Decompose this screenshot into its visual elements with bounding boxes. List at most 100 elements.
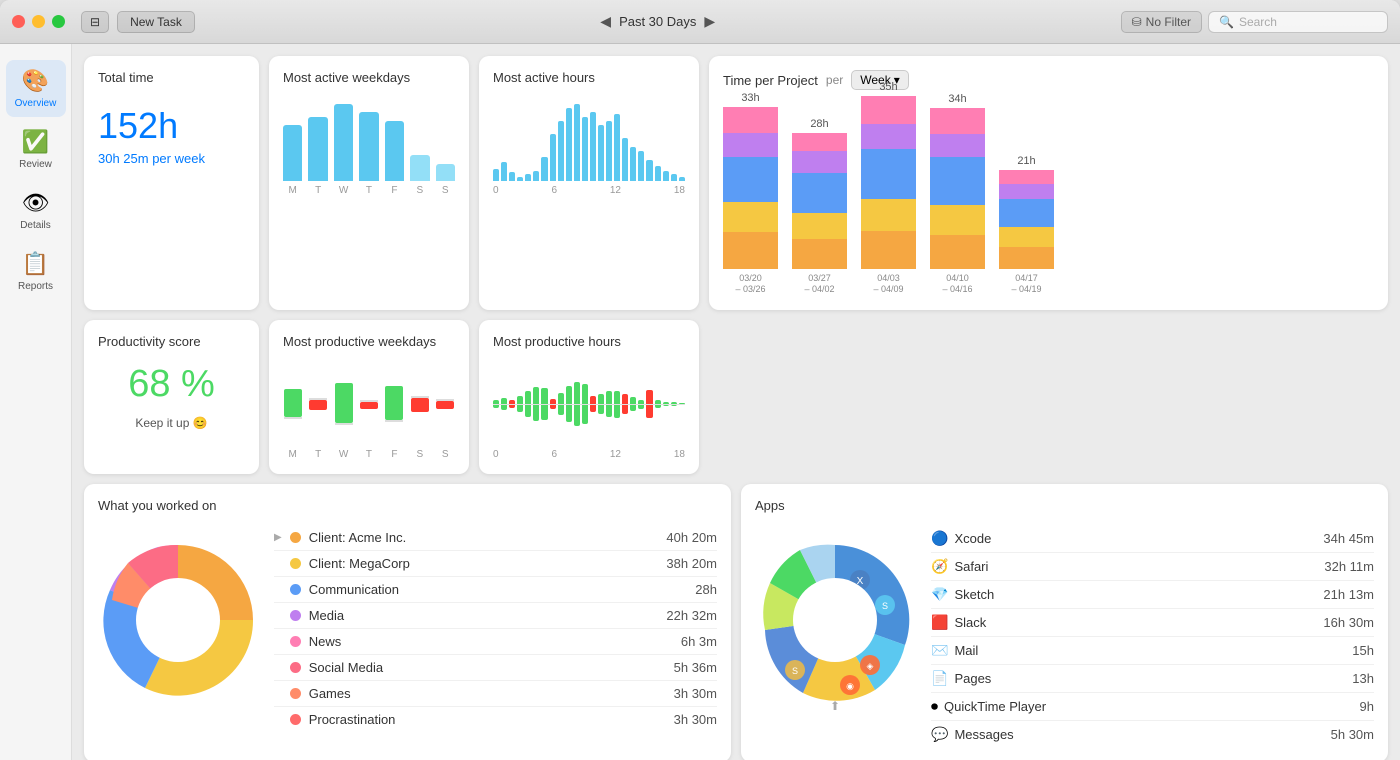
- productive-weekdays-chart: [283, 359, 455, 449]
- tpp-bar-label-1: 33h: [741, 92, 759, 104]
- tpp-bar-group-5: 21h 04/17– 04/19: [999, 155, 1054, 296]
- main-window: ⊟ New Task ◀ Past 30 Days ▶ ⛁ No Filter …: [0, 0, 1400, 760]
- tpp-bar-group-1: 33h 03/20– 03/26: [723, 92, 778, 296]
- worked-on-donut: [98, 525, 258, 715]
- active-hours-chart: [493, 95, 685, 185]
- weekday-labels: M T W T F S S: [283, 185, 455, 196]
- reports-icon: 📋: [22, 251, 49, 277]
- total-time-value: 152h: [98, 105, 245, 147]
- label-thu: T: [359, 185, 378, 196]
- tpp-chart-area: 33h 03/20– 03/26 2: [723, 96, 1374, 296]
- tpp-xlabel-4: 04/10– 04/16: [942, 273, 972, 296]
- filter-group: ⛁ No Filter 🔍 Search: [1121, 11, 1388, 33]
- weekday-bar-thu: [359, 112, 378, 181]
- label-0h: 0: [493, 185, 499, 196]
- app-list-item: 🔵Xcode 34h 45m: [931, 525, 1374, 553]
- details-icon: 👁: [22, 190, 50, 216]
- search-bar[interactable]: 🔍 Search: [1208, 11, 1388, 33]
- most-productive-hours-title: Most productive hours: [493, 334, 685, 349]
- list-item: ▶ Client: Acme Inc. 40h 20m: [274, 525, 717, 551]
- nav-next-button[interactable]: ▶: [704, 13, 715, 30]
- tpp-stack-1: [723, 107, 778, 269]
- sidebar-item-reports[interactable]: 📋 Reports: [6, 243, 66, 300]
- sidebar-item-overview[interactable]: 🎨 Overview: [6, 60, 66, 117]
- worked-on-list: ▶ Client: Acme Inc. 40h 20m ▶: [274, 525, 717, 732]
- total-time-subtitle: 30h 25m per week: [98, 151, 245, 166]
- productivity-value: 68 %: [98, 363, 245, 406]
- main-content: 🎨 Overview ✅ Review 👁 Details 📋 Reports: [0, 44, 1400, 760]
- sidebar-item-review[interactable]: ✅ Review: [6, 121, 66, 178]
- svg-text:S: S: [792, 666, 798, 676]
- app-list-item: ✉️Mail 15h: [931, 637, 1374, 665]
- search-placeholder: Search: [1239, 15, 1277, 29]
- dashboard: Total time 152h 30h 25m per week Most ac…: [72, 44, 1400, 760]
- svg-text:◈: ◈: [867, 661, 874, 671]
- sidebar-item-reports-label: Reports: [18, 281, 53, 292]
- app-list-item: ⏺QuickTime Player 9h: [931, 693, 1374, 721]
- apps-card: Apps: [741, 484, 1388, 760]
- filter-button[interactable]: ⛁ No Filter: [1121, 11, 1202, 33]
- label-6h: 6: [551, 185, 557, 196]
- minimize-button[interactable]: [32, 15, 45, 28]
- nav-prev-button[interactable]: ◀: [600, 13, 611, 30]
- tpp-xlabel-3: 04/03– 04/09: [873, 273, 903, 296]
- weekday-bar-sun: [436, 164, 455, 181]
- most-active-hours-title: Most active hours: [493, 70, 685, 85]
- worked-on-content: ▶ Client: Acme Inc. 40h 20m ▶: [98, 525, 717, 732]
- sidebar-item-details[interactable]: 👁 Details: [6, 182, 66, 239]
- sidebar-item-overview-label: Overview: [15, 98, 57, 109]
- tpp-stack-5: [999, 170, 1054, 269]
- time-per-project-title: Time per Project: [723, 73, 818, 88]
- tpp-header: Time per Project per Week ▾: [723, 70, 1374, 90]
- search-icon: 🔍: [1219, 15, 1234, 29]
- list-item: ▶ News 6h 3m: [274, 629, 717, 655]
- sidebar-item-review-label: Review: [19, 159, 52, 170]
- tpp-xlabel-1: 03/20– 03/26: [735, 273, 765, 296]
- productivity-score-card: Productivity score 68 % Keep it up 😊: [84, 320, 259, 474]
- prod-hours-labels: 0 6 12 18: [493, 449, 685, 460]
- label-sat: S: [410, 185, 429, 196]
- prod-weekday-labels: M T W T F S S: [283, 449, 455, 460]
- tpp-stack-4: [930, 108, 985, 269]
- traffic-lights: [12, 15, 65, 28]
- close-button[interactable]: [12, 15, 25, 28]
- total-time-title: Total time: [98, 70, 245, 85]
- apps-content: X S ◈ S ◉: [755, 525, 1374, 748]
- total-time-card: Total time 152h 30h 25m per week: [84, 56, 259, 310]
- new-task-button[interactable]: New Task: [117, 11, 195, 33]
- active-weekdays-chart: [283, 95, 455, 185]
- tpp-bar-label-5: 21h: [1017, 155, 1035, 167]
- tpp-xlabel-5: 04/17– 04/19: [1011, 273, 1041, 296]
- productivity-message: Keep it up 😊: [98, 416, 245, 430]
- tpp-xlabel-2: 03/27– 04/02: [804, 273, 834, 296]
- tpp-per-label: per: [826, 73, 843, 87]
- productive-hours-chart: [493, 359, 685, 449]
- most-productive-weekdays-title: Most productive weekdays: [283, 334, 455, 349]
- most-active-weekdays-title: Most active weekdays: [283, 70, 455, 85]
- svg-text:S: S: [882, 601, 888, 611]
- worked-on-title: What you worked on: [98, 498, 717, 513]
- list-item: ▶ Social Media 5h 36m: [274, 655, 717, 681]
- tpp-bar-group-2: 28h 03/27– 04/02: [792, 118, 847, 296]
- maximize-button[interactable]: [52, 15, 65, 28]
- list-item: ▶ Client: MegaCorp 38h 20m: [274, 551, 717, 577]
- list-item: ▶ Games 3h 30m: [274, 681, 717, 707]
- tpp-bar-label-2: 28h: [810, 118, 828, 130]
- weekday-bar-mon: [283, 125, 302, 181]
- sidebar-toggle-button[interactable]: ⊟: [81, 11, 109, 33]
- review-icon: ✅: [22, 129, 49, 155]
- apps-title: Apps: [755, 498, 1374, 513]
- tpp-bar-label-3: 35h: [879, 81, 897, 93]
- overview-icon: 🎨: [22, 68, 49, 94]
- time-per-project-card: Time per Project per Week ▾ 33h: [709, 56, 1388, 310]
- titlebar: ⊟ New Task ◀ Past 30 Days ▶ ⛁ No Filter …: [0, 0, 1400, 44]
- most-active-hours-card: Most active hours: [479, 56, 699, 310]
- label-wed: W: [334, 185, 353, 196]
- most-productive-hours-card: Most productive hours: [479, 320, 699, 474]
- app-list-item: 🟥Slack 16h 30m: [931, 609, 1374, 637]
- sidebar-item-details-label: Details: [20, 220, 51, 231]
- tpp-bar-group-3: 35h 04/03– 04/09: [861, 81, 916, 296]
- label-sun: S: [436, 185, 455, 196]
- tpp-stack-2: [792, 133, 847, 269]
- hours-labels: 0 6 12 18: [493, 185, 685, 196]
